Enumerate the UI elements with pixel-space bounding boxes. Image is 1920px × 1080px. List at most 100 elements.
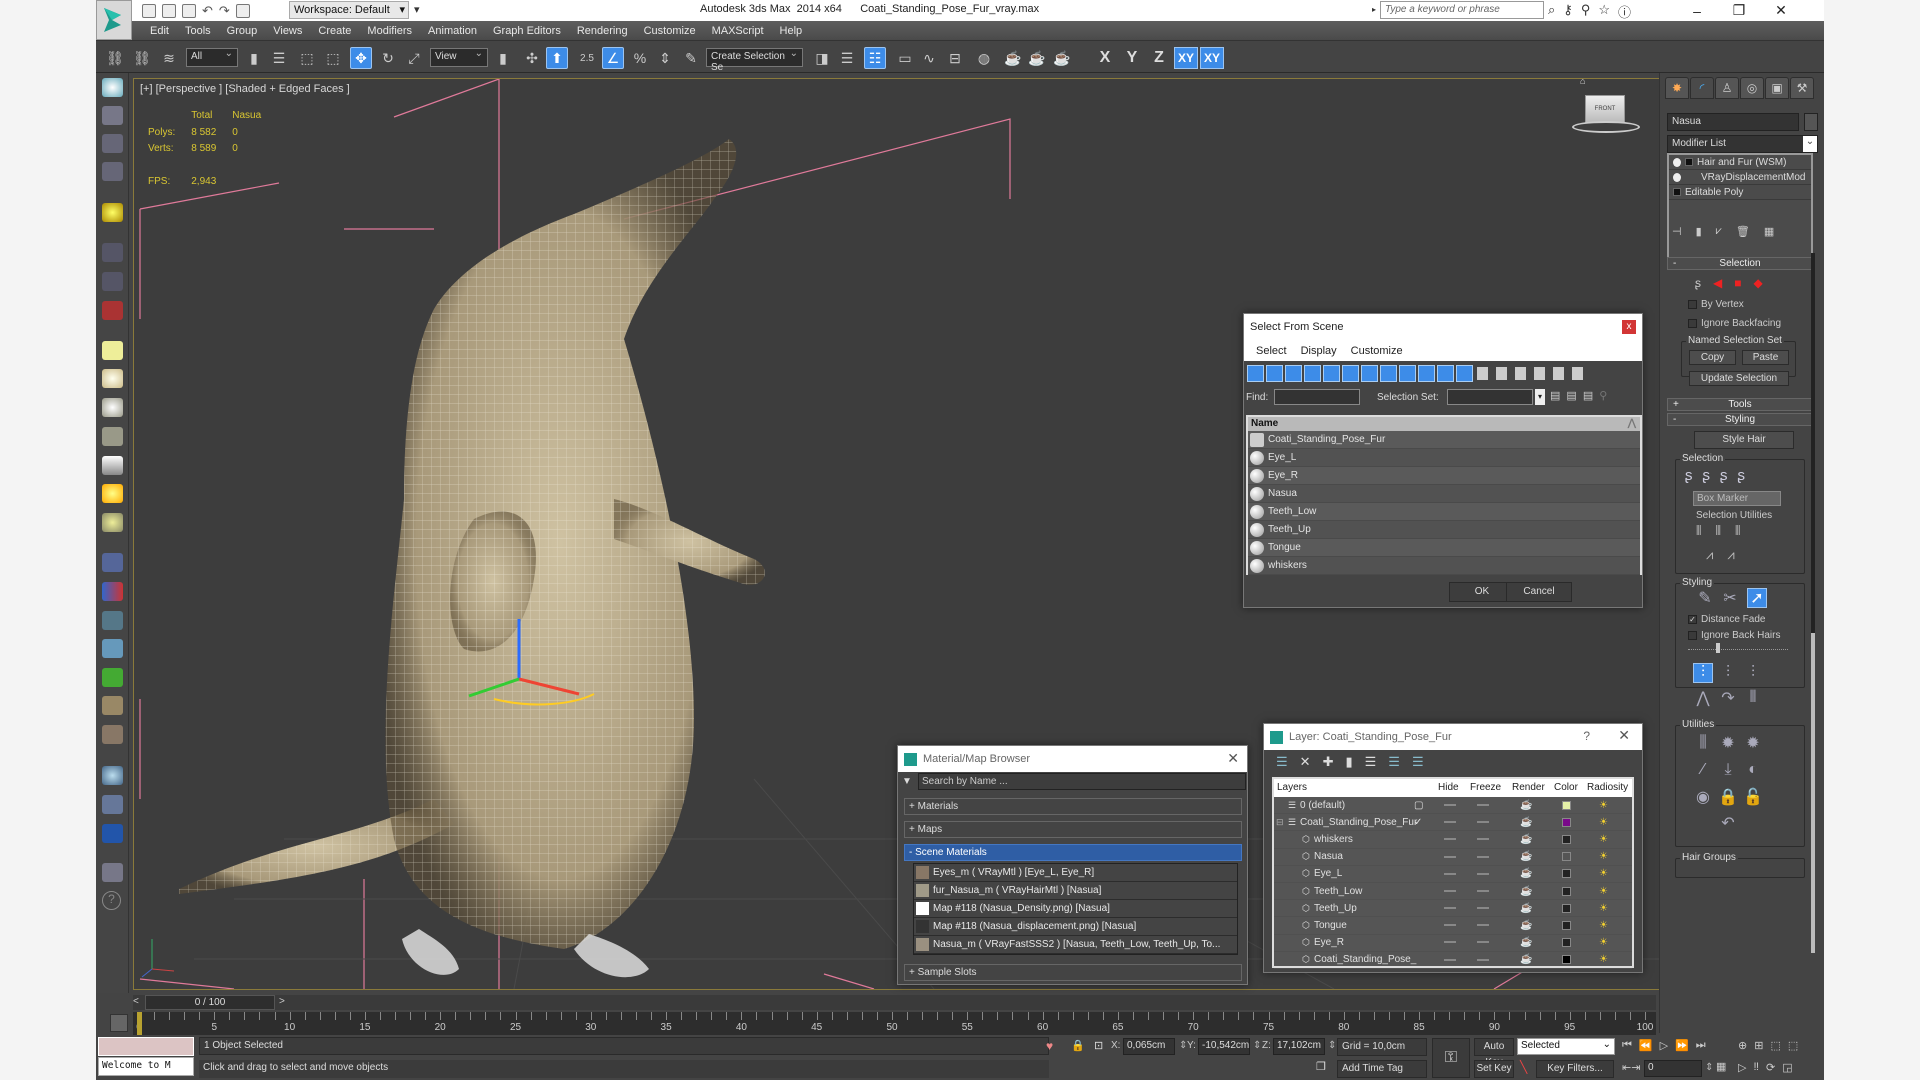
absolute-mode-icon[interactable]: ⊡ — [1094, 1039, 1103, 1052]
frame-spinner-icon[interactable]: ⇕ — [1705, 1062, 1713, 1073]
col-radiosity[interactable]: Radiosity — [1587, 782, 1628, 793]
material-list-item[interactable]: Map #118 (Nasua_Density.png) [Nasua] — [914, 900, 1237, 918]
time-slider[interactable]: < 0 / 100 > — [133, 995, 1656, 1010]
translate-hair-icon[interactable]: ⫶ — [1693, 663, 1713, 683]
close-button[interactable]: ✕ — [1227, 750, 1239, 767]
isolate-selection-icon[interactable]: ♥ — [1046, 1039, 1053, 1053]
help-icon[interactable]: ? — [102, 891, 121, 910]
dome-light-icon[interactable] — [102, 369, 123, 388]
grass-icon[interactable] — [102, 668, 123, 687]
ornatrix-icon[interactable] — [102, 725, 123, 744]
modify-tab-icon[interactable]: ◜ — [1690, 77, 1714, 99]
display-tab-icon[interactable]: ▣ — [1765, 77, 1789, 99]
puff-roots-icon[interactable]: ⫶ — [1743, 663, 1763, 683]
hide-all-icon[interactable]: ☰ — [1388, 754, 1400, 770]
material-search-input[interactable]: Search by Name ... — [918, 773, 1246, 790]
radiosity-icon[interactable]: ☀ — [1599, 817, 1608, 828]
edit-named-selection-icon[interactable]: ✎ — [680, 47, 702, 69]
object-list-item[interactable]: Tongue — [1248, 539, 1640, 557]
layer-row[interactable]: ☰ 0 (default) ▢ ☕ ☀ — [1274, 797, 1632, 815]
next-frame-icon[interactable]: > — [279, 996, 285, 1007]
stand-hair-icon[interactable]: ⫶ — [1718, 663, 1738, 683]
light-lister-icon[interactable] — [102, 203, 123, 222]
rotate-selection-icon[interactable]: ⫴ — [1715, 523, 1720, 539]
hide-toggle[interactable] — [1444, 868, 1456, 879]
highlight-layers-icon[interactable]: ☰ — [1365, 754, 1377, 770]
time-configuration-icon[interactable]: ▦ — [1716, 1060, 1726, 1073]
unlock-icon[interactable]: 🔓 — [1743, 787, 1763, 807]
axis-y-button[interactable]: Y — [1120, 47, 1144, 69]
remove-set-icon[interactable]: ▤ — [1566, 389, 1576, 402]
frame-buffer-icon[interactable] — [102, 863, 123, 882]
hide-toggle[interactable] — [1444, 920, 1456, 931]
menu-help[interactable]: Help — [772, 25, 811, 37]
make-unique-icon[interactable]: ⩗ — [1716, 225, 1722, 238]
help-button[interactable]: ? — [1583, 729, 1590, 743]
render-teapot-icon[interactable]: ☕ — [1520, 954, 1532, 965]
checkbox-box[interactable] — [1688, 300, 1697, 309]
render-teapot-icon[interactable]: ☕ — [1520, 886, 1532, 897]
marker-style-dropdown[interactable]: Box Marker — [1693, 491, 1781, 506]
select-objects-icon[interactable]: ▮ — [1345, 754, 1352, 770]
object-list-item[interactable]: Eye_L — [1248, 449, 1640, 467]
render-teapot-icon[interactable]: ☕ — [1520, 800, 1532, 811]
freeze-toggle[interactable] — [1477, 817, 1489, 828]
material-list-item[interactable]: Eyes_m ( VRayMtl ) [Eye_L, Eye_R] — [914, 864, 1237, 882]
axis-xy-button[interactable]: XY — [1174, 47, 1198, 69]
cloud-icon[interactable] — [102, 639, 123, 658]
display-frozen-icon[interactable] — [1437, 365, 1454, 382]
advanced-filter-icon[interactable] — [1551, 365, 1568, 382]
layer-object-row[interactable]: ⬡ Tongue ☕ ☀ — [1274, 917, 1632, 935]
workspace-dropdown[interactable]: Workspace: Default ▾ — [289, 1, 409, 19]
select-whole-guide-icon[interactable]: ʂ — [1703, 467, 1711, 484]
distance-fade-checkbox[interactable]: ✓ Distance Fade — [1688, 614, 1765, 625]
freeze-toggle[interactable] — [1477, 834, 1489, 845]
key-mode-dropdown[interactable]: Selected ⌄ — [1517, 1038, 1615, 1055]
delete-layer-icon[interactable]: ✕ — [1300, 754, 1311, 770]
key-tangent-icon[interactable]: ╲ — [1520, 1060, 1527, 1074]
rectangular-selection-icon[interactable]: ⬚ — [296, 47, 318, 69]
configure-modifier-sets-icon[interactable]: ▦ — [1764, 225, 1774, 238]
camera-icon[interactable] — [102, 243, 123, 262]
modifier-list-dropdown[interactable]: Modifier List ⌄ — [1667, 135, 1818, 153]
app-menu-button[interactable] — [96, 0, 132, 40]
viewport-config-icon[interactable] — [102, 795, 123, 814]
close-button[interactable]: ✕ — [1618, 727, 1630, 744]
render-production-icon[interactable]: ☕ — [1051, 47, 1073, 69]
select-and-move-icon[interactable]: ✥ — [350, 47, 372, 69]
freeze-toggle[interactable] — [1477, 937, 1489, 948]
copy-button[interactable]: Copy — [1689, 350, 1736, 365]
menu-tools[interactable]: Tools — [177, 25, 219, 37]
scene-explorer-icon[interactable]: ▭ — [894, 47, 916, 69]
align-icon[interactable]: ☰ — [836, 47, 858, 69]
close-button[interactable]: x — [1622, 320, 1636, 334]
z-coordinate-field[interactable]: 17,102cm — [1273, 1038, 1325, 1055]
maximize-button[interactable]: ❐ — [1718, 0, 1760, 21]
toggle-hair-icon[interactable]: ◉ — [1693, 787, 1713, 807]
add-to-layer-icon[interactable]: ✚ — [1323, 754, 1334, 770]
render-teapot-icon[interactable]: ☕ — [1520, 868, 1532, 879]
hide-toggle[interactable] — [1444, 834, 1456, 845]
invert-selection-icon[interactable]: ⫴ — [1696, 523, 1701, 539]
satellite-icon[interactable]: ⚲ — [1581, 2, 1591, 21]
menu-create[interactable]: Create — [310, 25, 359, 37]
select-by-root-icon[interactable]: ʂ — [1738, 467, 1746, 484]
layer-color-swatch[interactable] — [1562, 955, 1571, 965]
display-xrefs-icon[interactable] — [1380, 365, 1397, 382]
freeze-all-icon[interactable]: ☰ — [1412, 754, 1424, 770]
guide-level-icon[interactable]: ʂ — [1695, 276, 1701, 290]
col-hide[interactable]: Hide — [1438, 782, 1459, 793]
key-filters-button[interactable]: Key Filters... — [1536, 1060, 1614, 1078]
render-teapot-icon[interactable]: ☕ — [1520, 937, 1532, 948]
layer-color-swatch[interactable] — [1562, 834, 1571, 844]
ies-light-icon[interactable] — [102, 513, 123, 532]
styling-rollout[interactable]: - Styling — [1667, 413, 1813, 426]
add-to-set-icon[interactable]: ▤ — [1583, 389, 1593, 402]
display-lights-icon[interactable] — [1285, 365, 1302, 382]
hide-toggle[interactable] — [1444, 800, 1456, 811]
display-all-icon[interactable] — [1475, 365, 1492, 382]
expand-icon[interactable] — [1673, 188, 1681, 196]
modifier-on-icon[interactable] — [1673, 172, 1681, 182]
polygon-level-icon[interactable]: ■ — [1734, 276, 1741, 290]
material-editor-icon[interactable]: ◍ — [973, 47, 995, 69]
